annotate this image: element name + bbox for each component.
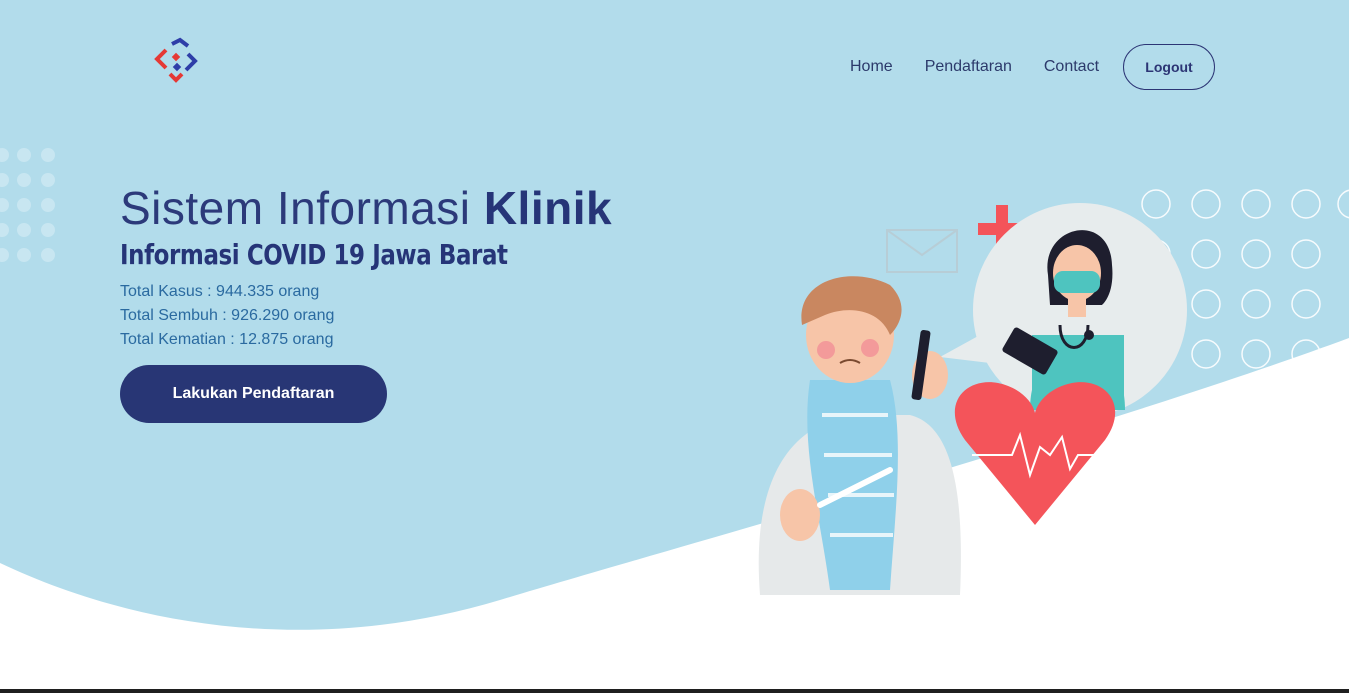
nav-home-link[interactable]: Home bbox=[850, 58, 893, 76]
bottom-divider bbox=[0, 689, 1349, 693]
nav-contact-link[interactable]: Contact bbox=[1044, 58, 1099, 76]
stat-total-sembuh: Total Sembuh : 926.290 orang bbox=[120, 307, 335, 324]
main-nav: Home Pendaftaran Contact Logout bbox=[850, 43, 1216, 91]
stat-total-kematian: Total Kematian : 12.875 orang bbox=[120, 331, 334, 348]
hero-title-regular: Sistem Informasi bbox=[120, 182, 484, 234]
brand-logo-icon[interactable] bbox=[150, 36, 202, 86]
hero-section: Sistem Informasi Klinik Informasi COVID … bbox=[120, 180, 612, 423]
hero-title-bold: Klinik bbox=[483, 182, 613, 234]
decorative-dots-left bbox=[0, 148, 55, 262]
stat-total-kasus: Total Kasus : 944.335 orang bbox=[120, 283, 320, 300]
nav-pendaftaran-link[interactable]: Pendaftaran bbox=[925, 58, 1012, 76]
register-cta-button[interactable]: Lakukan Pendaftaran bbox=[120, 365, 387, 423]
hero-subtitle: Informasi COVID 19 Jawa Barat bbox=[120, 238, 508, 271]
doctor-patient-illustration bbox=[758, 189, 1349, 595]
hero-title: Sistem Informasi Klinik bbox=[120, 180, 612, 236]
logout-button[interactable]: Logout bbox=[1123, 44, 1216, 90]
